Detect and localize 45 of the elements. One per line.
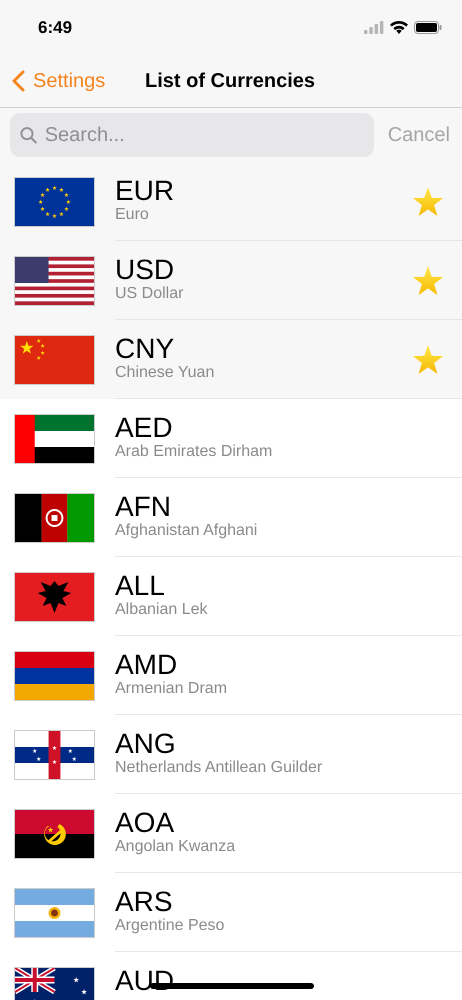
search-field[interactable]: Search... xyxy=(10,113,374,157)
currency-row[interactable]: USD US Dollar xyxy=(0,241,462,320)
flag-icon xyxy=(15,730,94,778)
currency-code: CNY xyxy=(115,335,176,363)
currency-code: ANG xyxy=(115,730,177,758)
flag-icon xyxy=(15,572,94,620)
signal-icon xyxy=(364,21,384,34)
star-icon xyxy=(412,344,444,374)
status-time: 6:49 xyxy=(38,16,72,39)
currency-name: US Dollar xyxy=(115,284,184,304)
currency-name: Armenian Dram xyxy=(115,679,228,699)
currency-code: ARS xyxy=(115,888,174,916)
currency-name: Euro xyxy=(115,205,150,225)
currency-code: AMD xyxy=(115,651,178,679)
flag-icon xyxy=(15,652,94,700)
currency-code: AFN xyxy=(115,493,172,521)
currency-code: ALL xyxy=(115,572,166,600)
search-input[interactable]: Search... xyxy=(44,120,364,150)
currency-name: Netherlands Antillean Guilder xyxy=(115,758,324,778)
battery-icon xyxy=(414,21,442,34)
flag-icon xyxy=(15,494,94,542)
chevron-left-icon xyxy=(12,70,25,92)
flag-icon xyxy=(15,810,94,858)
currency-row[interactable]: CNY Chinese Yuan xyxy=(0,320,462,399)
currency-name: Angolan Kwanza xyxy=(115,837,236,857)
flag-icon xyxy=(15,256,94,304)
currency-name: Afghanistan Afghani xyxy=(115,521,258,541)
wifi-icon xyxy=(390,21,408,34)
flag-icon xyxy=(15,888,94,936)
search-icon xyxy=(20,126,37,144)
currency-name: Chinese Yuan xyxy=(115,363,216,383)
flag-icon xyxy=(15,336,94,384)
currency-code: EUR xyxy=(115,177,176,205)
currency-row[interactable]: EUR Euro xyxy=(0,162,462,241)
currency-code: USD xyxy=(115,256,176,284)
currency-name: Argentine Peso xyxy=(115,916,226,936)
star-icon xyxy=(412,186,444,216)
flag-icon xyxy=(15,178,94,226)
flag-icon xyxy=(15,414,94,462)
currency-name: Arab Emirates Dirham xyxy=(115,442,274,462)
currency-code: AOA xyxy=(115,809,176,837)
nav-title: List of Currencies xyxy=(145,69,316,94)
currency-code: AED xyxy=(115,414,174,442)
star-icon xyxy=(412,264,444,296)
currency-name: Albanian Lek xyxy=(115,600,209,620)
